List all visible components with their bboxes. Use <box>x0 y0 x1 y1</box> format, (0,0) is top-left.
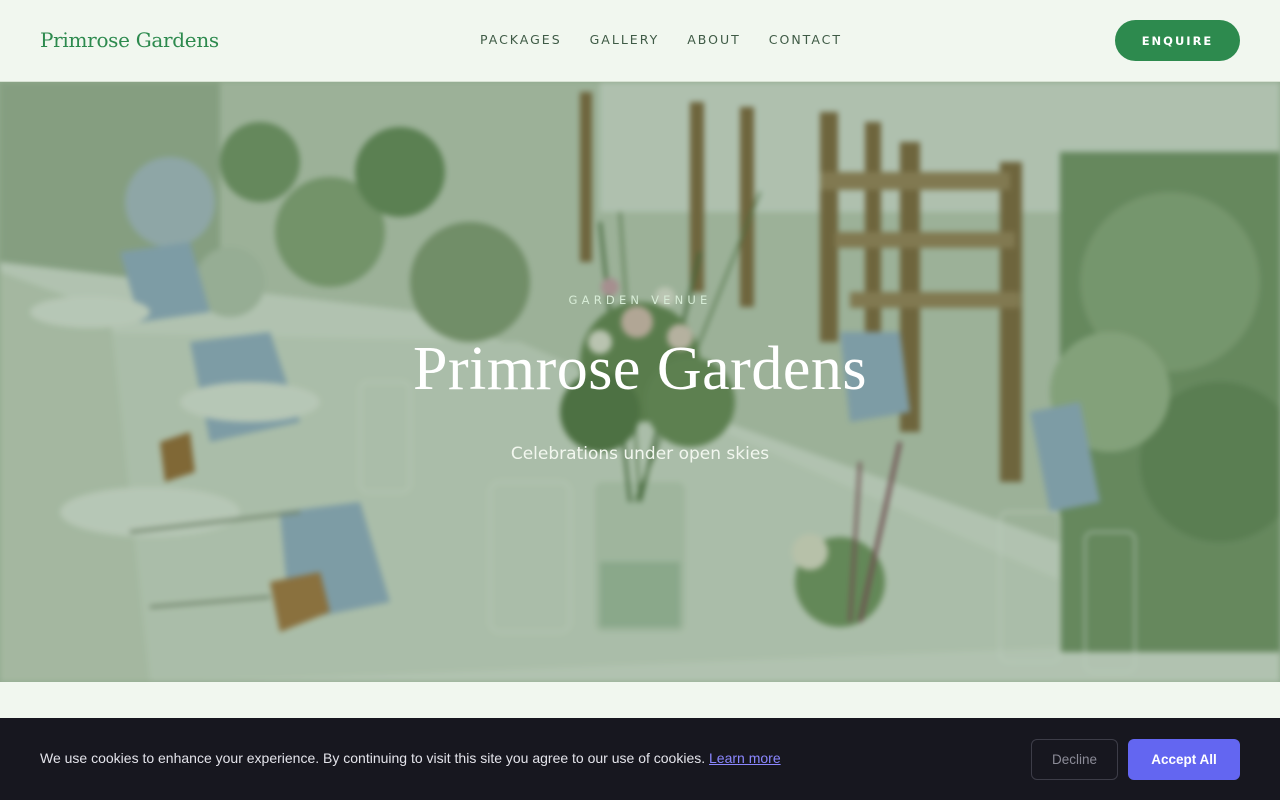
cookie-banner: We use cookies to enhance your experienc… <box>0 718 1280 800</box>
hero-title: Primrose Gardens <box>413 335 867 403</box>
nav-link-contact[interactable]: CONTACT <box>769 32 842 47</box>
main-nav: PACKAGES GALLERY ABOUT CONTACT <box>480 32 870 47</box>
enquire-button[interactable]: ENQUIRE <box>1115 20 1240 61</box>
site-header: Primrose Gardens PACKAGES GALLERY ABOUT … <box>0 0 1280 82</box>
cookie-message: We use cookies to enhance your experienc… <box>40 750 781 766</box>
decline-button[interactable]: Decline <box>1031 739 1118 780</box>
learn-more-link[interactable]: Learn more <box>709 750 781 766</box>
nav-link-packages[interactable]: PACKAGES <box>480 32 562 47</box>
nav-link-gallery[interactable]: GALLERY <box>590 32 660 47</box>
hero-eyebrow: GARDEN VENUE <box>568 293 712 307</box>
hero-subtitle: Celebrations under open skies <box>510 444 770 464</box>
site-logo[interactable]: Primrose Gardens <box>40 28 219 52</box>
accept-all-button[interactable]: Accept All <box>1128 739 1240 780</box>
hero-content: GARDEN VENUE Primrose Gardens Celebratio… <box>0 82 1280 682</box>
cookie-message-text: We use cookies to enhance your experienc… <box>40 750 706 766</box>
hero-section: GARDEN VENUE Primrose Gardens Celebratio… <box>0 82 1280 682</box>
nav-link-about[interactable]: ABOUT <box>687 32 741 47</box>
